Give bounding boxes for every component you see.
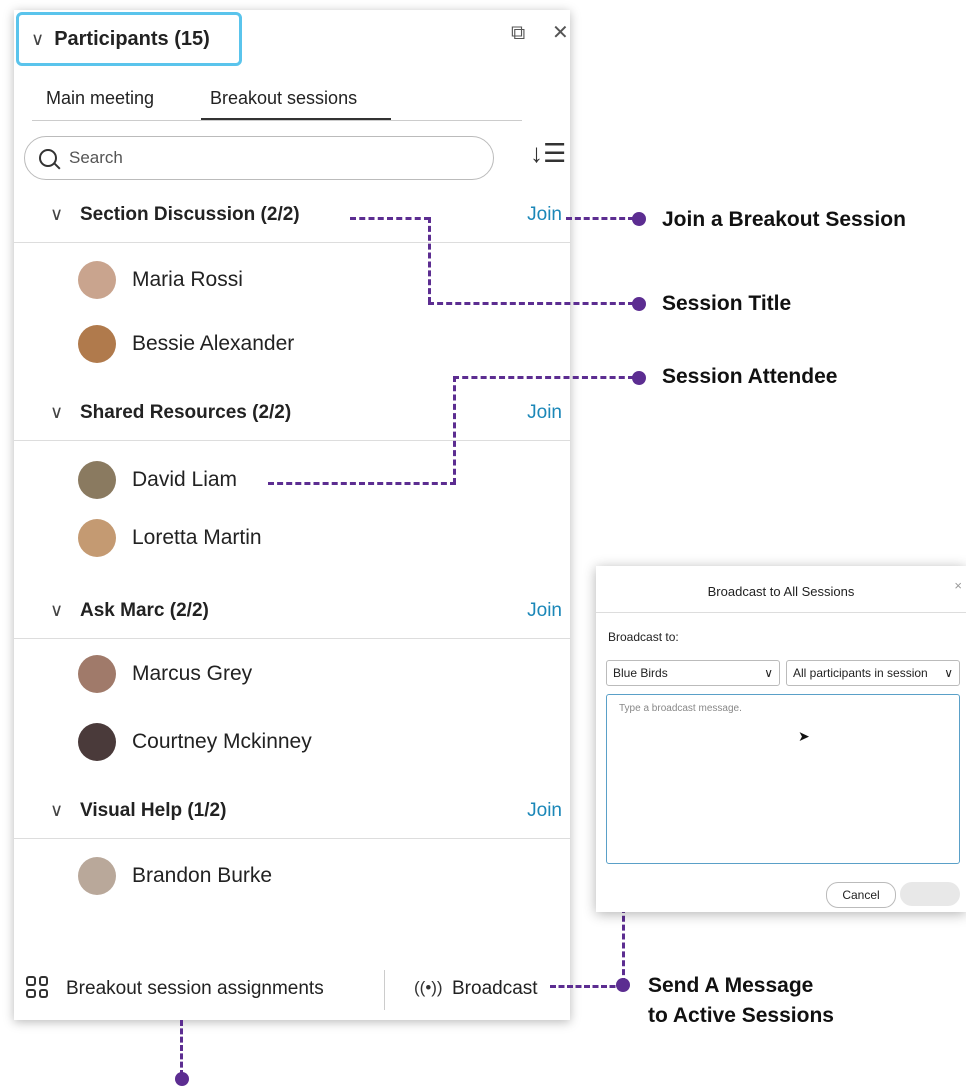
message-placeholder: Type a broadcast message.	[619, 703, 742, 714]
assignments-icon	[26, 976, 48, 998]
audience-select-value: All participants in session	[793, 666, 928, 680]
close-icon[interactable]: ✕	[552, 20, 569, 45]
chevron-down-icon: ∨	[50, 402, 64, 422]
popout-icon[interactable]: ⧉	[511, 22, 525, 45]
list-item[interactable]: Marcus Grey	[78, 654, 252, 694]
audience-select[interactable]: All participants in session ∨	[786, 660, 960, 686]
annotation-line	[428, 302, 634, 305]
join-button[interactable]: Join	[527, 600, 562, 622]
annotation-send-message-sub: to Active Sessions	[648, 1004, 834, 1027]
avatar	[78, 723, 116, 761]
avatar	[78, 655, 116, 693]
annotation-dot	[632, 212, 646, 226]
annotation-line	[428, 217, 431, 303]
session-header[interactable]: ∨ Visual Help (1/2) Join	[14, 788, 570, 839]
session-header[interactable]: ∨ Section Discussion (2/2) Join	[14, 192, 570, 243]
session-header[interactable]: ∨ Shared Resources (2/2) Join	[14, 390, 570, 441]
participants-panel: ∨ Participants (15) ⧉ ✕ Main meeting Bre…	[14, 10, 570, 1020]
sort-icon[interactable]: ↓☰	[530, 138, 566, 169]
avatar	[78, 857, 116, 895]
annotation-line	[453, 376, 634, 379]
tab-breakout-sessions[interactable]: Breakout sessions	[210, 88, 357, 109]
annotation-dot	[175, 1072, 189, 1086]
broadcast-message-input[interactable]: Type a broadcast message.	[606, 694, 960, 864]
search-placeholder: Search	[69, 148, 123, 167]
avatar	[78, 461, 116, 499]
avatar	[78, 519, 116, 557]
participant-name: Brandon Burke	[132, 864, 273, 887]
panel-footer: Breakout session assignments ((•)) Broad…	[14, 960, 570, 1020]
list-item[interactable]: Brandon Burke	[78, 856, 272, 896]
chevron-down-icon: ∨	[31, 28, 45, 49]
session-title: Shared Resources (2/2)	[80, 402, 292, 423]
annotation-line	[268, 482, 456, 485]
list-item[interactable]: Bessie Alexander	[78, 324, 294, 364]
join-button[interactable]: Join	[527, 800, 562, 822]
close-icon[interactable]: ×	[954, 578, 962, 593]
chevron-down-icon: ∨	[944, 666, 953, 680]
participant-name: Marcus Grey	[132, 662, 253, 685]
chevron-down-icon: ∨	[764, 666, 773, 680]
tab-bar: Main meeting Breakout sessions	[32, 80, 522, 121]
avatar	[78, 325, 116, 363]
mouse-pointer-icon: ➤	[798, 728, 810, 744]
session-select[interactable]: Blue Birds ∨	[606, 660, 780, 686]
participant-name: Loretta Martin	[132, 526, 262, 549]
annotation-line	[180, 1020, 183, 1076]
session-select-value: Blue Birds	[613, 666, 668, 680]
search-icon	[39, 149, 57, 167]
broadcast-button[interactable]: Broadcast	[452, 978, 538, 1000]
annotation-line	[550, 985, 624, 988]
list-item[interactable]: Courtney Mckinney	[78, 722, 312, 762]
session-header[interactable]: ∨ Ask Marc (2/2) Join	[14, 588, 570, 639]
breakout-assignments-button[interactable]: Breakout session assignments	[66, 978, 324, 1000]
dialog-divider	[596, 612, 966, 613]
avatar	[78, 261, 116, 299]
participant-name: David Liam	[132, 468, 238, 491]
participant-name: Courtney Mckinney	[132, 730, 312, 753]
chevron-down-icon: ∨	[50, 204, 64, 224]
participant-name: Maria Rossi	[132, 268, 243, 291]
annotation-dot	[632, 297, 646, 311]
search-input[interactable]: Search	[24, 136, 494, 180]
list-item[interactable]: Loretta Martin	[78, 518, 262, 558]
chevron-down-icon: ∨	[50, 600, 64, 620]
panel-title: Participants (15)	[54, 27, 210, 50]
list-item[interactable]: Maria Rossi	[78, 260, 243, 300]
session-title: Visual Help (1/2)	[80, 800, 227, 821]
active-tab-indicator	[201, 118, 391, 120]
annotation-dot	[632, 371, 646, 385]
chevron-down-icon: ∨	[50, 800, 64, 820]
send-button[interactable]	[900, 882, 960, 906]
annotation-join-session: Join a Breakout Session	[662, 208, 906, 231]
participants-header[interactable]: ∨ Participants (15)	[16, 12, 242, 66]
annotation-line	[566, 217, 634, 220]
participant-name: Bessie Alexander	[132, 332, 295, 355]
broadcast-dialog: Broadcast to All Sessions × Broadcast to…	[596, 566, 966, 912]
annotation-line	[350, 217, 430, 220]
annotation-send-message: Send A Message	[648, 974, 814, 997]
annotation-dot	[616, 978, 630, 992]
list-item[interactable]: David Liam	[78, 460, 237, 500]
broadcast-to-label: Broadcast to:	[608, 630, 679, 644]
dialog-title: Broadcast to All Sessions	[707, 584, 855, 599]
join-button[interactable]: Join	[527, 204, 562, 226]
footer-divider	[384, 970, 385, 1010]
annotation-session-attendee: Session Attendee	[662, 365, 838, 388]
annotation-session-title: Session Title	[662, 292, 792, 315]
join-button[interactable]: Join	[527, 402, 562, 424]
session-title: Ask Marc (2/2)	[80, 600, 209, 621]
broadcast-icon: ((•))	[414, 978, 443, 997]
annotation-line	[453, 376, 456, 484]
cancel-button[interactable]: Cancel	[826, 882, 896, 908]
tab-main-meeting[interactable]: Main meeting	[46, 88, 154, 109]
session-title: Section Discussion (2/2)	[80, 204, 300, 225]
